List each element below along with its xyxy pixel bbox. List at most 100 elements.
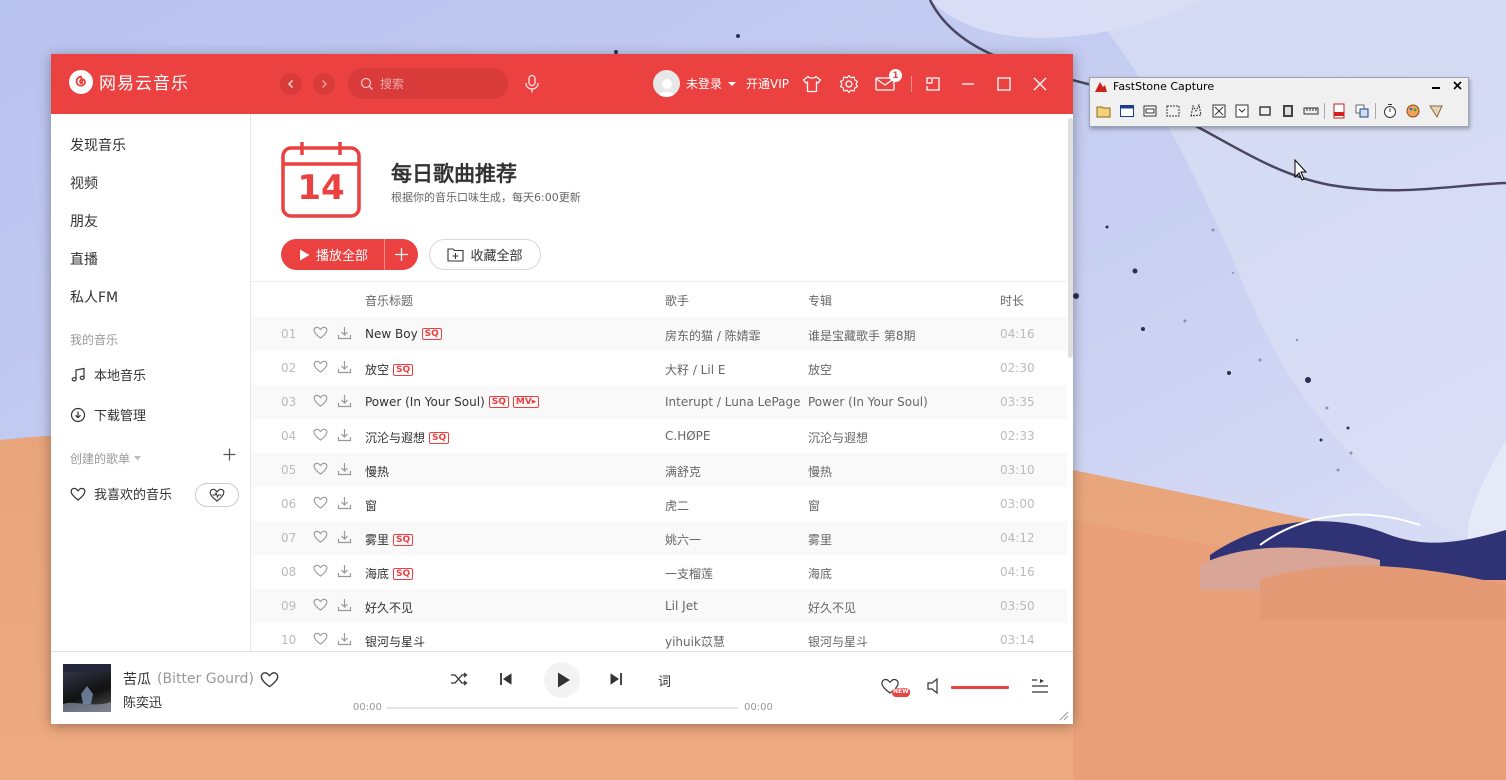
col-title[interactable]: 音乐标题 xyxy=(365,292,413,309)
download-icon[interactable] xyxy=(337,428,352,445)
settings-icon[interactable] xyxy=(1426,102,1445,120)
playlist-button[interactable] xyxy=(1031,678,1049,694)
track-album[interactable]: 好久不见 xyxy=(808,599,856,616)
messages-button[interactable]: 1 xyxy=(874,69,902,95)
table-row[interactable]: 03 Power (In Your Soul) SQ MV▸ Interupt / Lu… xyxy=(251,385,1067,419)
song-title[interactable]: 苦瓜 xyxy=(123,669,151,689)
settings-button[interactable] xyxy=(838,73,860,95)
heartbeat-mode-button[interactable] xyxy=(195,483,239,507)
col-artist[interactable]: 歌手 xyxy=(665,292,689,309)
like-heart-icon[interactable] xyxy=(313,496,328,512)
resize-grip[interactable] xyxy=(1059,710,1069,724)
video-capture-icon[interactable] xyxy=(1278,102,1297,120)
convert-icon[interactable] xyxy=(1352,102,1371,120)
shuffle-button[interactable] xyxy=(450,671,468,687)
pdf-icon[interactable] xyxy=(1329,102,1348,120)
app-logo[interactable]: 网易云音乐 xyxy=(69,69,189,94)
heartbeat-mode-player-button[interactable]: NEW xyxy=(880,676,910,698)
track-title[interactable]: 海底 SQ xyxy=(365,565,414,582)
back-button[interactable] xyxy=(280,73,302,95)
table-row[interactable]: 02 放空 SQ 大籽 / Lil E 放空 02:30 xyxy=(251,351,1067,385)
forward-button[interactable] xyxy=(313,73,335,95)
track-title[interactable]: Power (In Your Soul) SQ MV▸ xyxy=(365,395,540,409)
download-icon[interactable] xyxy=(337,360,352,377)
play-all-button[interactable]: 播放全部 xyxy=(281,239,418,270)
like-heart-icon[interactable] xyxy=(260,671,279,688)
track-artist[interactable]: yihuik苡慧 xyxy=(665,633,725,650)
open-icon[interactable] xyxy=(1094,102,1113,120)
search-input[interactable] xyxy=(378,75,502,92)
track-album[interactable]: 慢热 xyxy=(808,463,832,480)
freehand-capture-icon[interactable] xyxy=(1186,102,1205,120)
rect-capture-icon[interactable] xyxy=(1163,102,1182,120)
download-icon[interactable] xyxy=(337,326,352,343)
mini-mode-button[interactable] xyxy=(922,73,944,95)
track-artist[interactable]: Lil Jet xyxy=(665,599,698,613)
track-title[interactable]: 好久不见 xyxy=(365,599,413,616)
like-heart-icon[interactable] xyxy=(313,428,328,444)
avatar[interactable] xyxy=(653,70,680,97)
volume-slider[interactable] xyxy=(951,686,1009,689)
table-row[interactable]: 05 慢热 满舒克 慢热 03:10 xyxy=(251,453,1067,487)
track-album[interactable]: 银河与星斗 xyxy=(808,633,868,650)
col-duration[interactable]: 时长 xyxy=(1000,292,1024,309)
track-title[interactable]: 窗 xyxy=(365,497,377,514)
album-cover[interactable] xyxy=(63,664,111,712)
add-to-playlist-button[interactable] xyxy=(383,239,418,270)
download-icon[interactable] xyxy=(337,598,352,615)
download-icon[interactable] xyxy=(337,462,352,479)
like-heart-icon[interactable] xyxy=(313,394,328,410)
fullscreen-capture-icon[interactable] xyxy=(1209,102,1228,120)
track-title[interactable]: 放空 SQ xyxy=(365,361,414,378)
previous-button[interactable] xyxy=(499,672,513,686)
table-row[interactable]: 10 银河与星斗 yihuik苡慧 银河与星斗 03:14 xyxy=(251,623,1067,651)
track-title[interactable]: New Boy SQ xyxy=(365,327,442,341)
table-row[interactable]: 08 海底 SQ 一支榴莲 海底 04:16 xyxy=(251,555,1067,589)
download-icon[interactable] xyxy=(337,564,352,581)
track-album[interactable]: 雾里 xyxy=(808,531,832,548)
track-artist[interactable]: Interupt / Luna LePage xyxy=(665,395,801,409)
progress-bar[interactable] xyxy=(386,707,738,709)
track-artist[interactable]: 虎二 xyxy=(665,497,689,514)
skin-button[interactable] xyxy=(801,73,823,95)
track-artist[interactable]: 大籽 / Lil E xyxy=(665,361,725,378)
download-icon[interactable] xyxy=(337,530,352,547)
track-artist[interactable]: 一支榴莲 xyxy=(665,565,713,582)
faststone-title-bar[interactable]: FastStone Capture xyxy=(1094,80,1214,93)
scrollbar[interactable] xyxy=(1068,118,1073,358)
table-row[interactable]: 09 好久不见 Lil Jet 好久不见 03:50 xyxy=(251,589,1067,623)
track-album[interactable]: 海底 xyxy=(808,565,832,582)
sidebar-item-private-fm[interactable]: 私人FM xyxy=(70,287,118,307)
maximize-button[interactable] xyxy=(993,73,1015,95)
download-icon[interactable] xyxy=(337,394,352,411)
track-album[interactable]: 谁是宝藏歌手 第8期 xyxy=(808,327,915,344)
track-artist[interactable]: C.HØPE xyxy=(665,429,710,443)
track-artist[interactable]: 房东的猫 / 陈婧霏 xyxy=(665,327,761,344)
collect-all-button[interactable]: 收藏全部 xyxy=(429,239,541,270)
sidebar-item-friends[interactable]: 朋友 xyxy=(70,211,98,231)
faststone-close-button[interactable] xyxy=(1453,79,1462,94)
fixed-region-icon[interactable] xyxy=(1255,102,1274,120)
col-album[interactable]: 专辑 xyxy=(808,292,832,309)
download-icon[interactable] xyxy=(337,496,352,513)
sidebar-item-video[interactable]: 视频 xyxy=(70,173,98,193)
play-all-main[interactable]: 播放全部 xyxy=(281,245,384,264)
sidebar-item-local-music[interactable]: 本地音乐 xyxy=(70,365,146,384)
volume-button[interactable] xyxy=(926,678,942,694)
table-row[interactable]: 06 窗 虎二 窗 03:00 xyxy=(251,487,1067,521)
table-row[interactable]: 07 雾里 SQ 姚六一 雾里 04:12 xyxy=(251,521,1067,555)
like-heart-icon[interactable] xyxy=(313,632,328,648)
minimize-button[interactable] xyxy=(957,73,979,95)
table-row[interactable]: 04 沉沦与遐想 SQ C.HØPE 沉沦与遐想 02:33 xyxy=(251,419,1067,453)
track-album[interactable]: 放空 xyxy=(808,361,832,378)
now-playing-artist[interactable]: 陈奕迅 xyxy=(123,692,162,711)
like-heart-icon[interactable] xyxy=(313,564,328,580)
track-album[interactable]: 窗 xyxy=(808,497,820,514)
playlist-liked-songs[interactable]: 我喜欢的音乐 xyxy=(70,484,172,503)
track-album[interactable]: 沉沦与遐想 xyxy=(808,429,868,446)
track-title[interactable]: 沉沦与遐想 SQ xyxy=(365,429,450,446)
voice-search-button[interactable] xyxy=(523,74,541,98)
lyrics-button[interactable]: 词 xyxy=(658,671,671,690)
like-heart-icon[interactable] xyxy=(313,598,328,614)
output-icon[interactable] xyxy=(1403,102,1422,120)
